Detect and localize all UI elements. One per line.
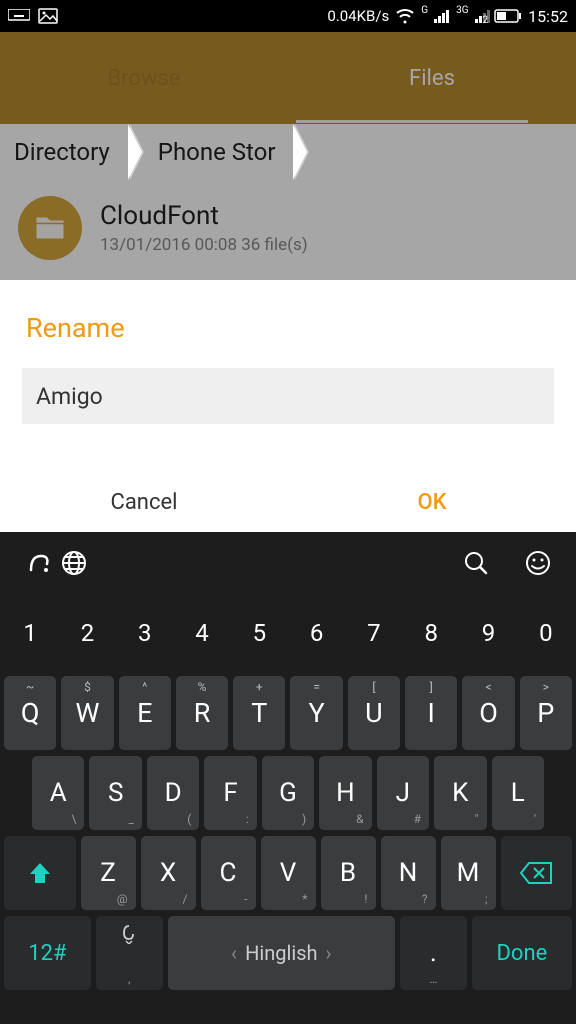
key-l[interactable]: L' [492,756,544,830]
key-a[interactable]: A\ [32,756,84,830]
key-s[interactable]: S_ [89,756,141,830]
tab-browse[interactable]: Browse [0,36,288,121]
soft-keyboard: 1234567890 ~Q$W^E%R+T=Y[U]I<O>P A\S_D(F:… [0,532,576,1024]
key-8[interactable]: 8 [405,596,457,670]
breadcrumb-phone-storage[interactable]: Phone Stor [144,124,294,180]
key-9[interactable]: 9 [462,596,514,670]
key-i[interactable]: ]I [405,676,457,750]
key-t[interactable]: +T [233,676,285,750]
rename-input[interactable]: Amigo [22,368,554,424]
backspace-key[interactable] [501,836,573,910]
key-p[interactable]: >P [520,676,572,750]
top-tabs: Browse Files [0,32,576,124]
key-r[interactable]: %R [176,676,228,750]
tab-underline [296,120,528,123]
key-0[interactable]: 0 [520,596,572,670]
keyboard-indicator-icon [8,9,30,23]
key-2[interactable]: 2 [61,596,113,670]
key-d[interactable]: D( [147,756,199,830]
key-7[interactable]: 7 [348,596,400,670]
key-k[interactable]: K" [434,756,486,830]
key-y[interactable]: =Y [290,676,342,750]
key-x[interactable]: X/ [141,836,196,910]
key-6[interactable]: 6 [290,596,342,670]
period-key[interactable]: . … [400,916,467,990]
key-w[interactable]: $W [61,676,113,750]
status-bar: 0.04KB/s G 3G 2 15:52 [0,0,576,32]
battery-icon [494,9,522,23]
emoji-icon[interactable] [520,545,556,581]
done-key[interactable]: Done [472,916,572,990]
signal-sim1-icon [434,9,450,23]
key-v[interactable]: V* [261,836,316,910]
key-m[interactable]: M; [441,836,496,910]
network-speed: 0.04KB/s [327,7,389,25]
clock: 15:52 [528,7,568,26]
key-e[interactable]: ^E [119,676,171,750]
globe-icon[interactable] [56,545,92,581]
file-row[interactable]: CloudFont 13/01/2016 00:08 36 file(s) [0,180,576,276]
search-icon[interactable] [458,545,494,581]
rename-dialog: Rename Amigo Cancel OK [0,280,576,540]
wifi-icon [395,8,415,24]
key-f[interactable]: F: [204,756,256,830]
breadcrumb-directory[interactable]: Directory [0,124,128,180]
shift-key[interactable] [4,836,76,910]
file-meta: 13/01/2016 00:08 36 file(s) [100,235,308,255]
picture-indicator-icon [38,8,58,24]
key-j[interactable]: J# [377,756,429,830]
key-q[interactable]: ~Q [4,676,56,750]
comma-key[interactable]: , [96,916,163,990]
g-indicator: G [421,5,428,16]
key-3[interactable]: 3 [119,596,171,670]
key-g[interactable]: G) [262,756,314,830]
folder-icon [18,196,82,260]
key-h[interactable]: H& [319,756,371,830]
key-u[interactable]: [U [348,676,400,750]
key-4[interactable]: 4 [176,596,228,670]
file-name: CloudFont [100,201,308,231]
key-o[interactable]: <O [462,676,514,750]
rename-input-value: Amigo [36,383,103,410]
key-n[interactable]: N? [381,836,436,910]
numeric-switch-key[interactable]: 12# [4,916,91,990]
ok-button[interactable]: OK [288,464,576,540]
touchpal-logo-icon[interactable] [20,545,56,581]
key-1[interactable]: 1 [4,596,56,670]
cancel-button[interactable]: Cancel [0,464,288,540]
tab-files[interactable]: Files [288,36,576,121]
key-z[interactable]: Z@ [81,836,136,910]
key-b[interactable]: B! [321,836,376,910]
key-c[interactable]: C- [201,836,256,910]
key-5[interactable]: 5 [233,596,285,670]
dialog-title: Rename [0,312,576,368]
breadcrumb: Directory Phone Stor [0,124,576,180]
space-key[interactable]: ‹ Hinglish › [168,916,395,990]
net-3g: 3G [456,5,468,16]
